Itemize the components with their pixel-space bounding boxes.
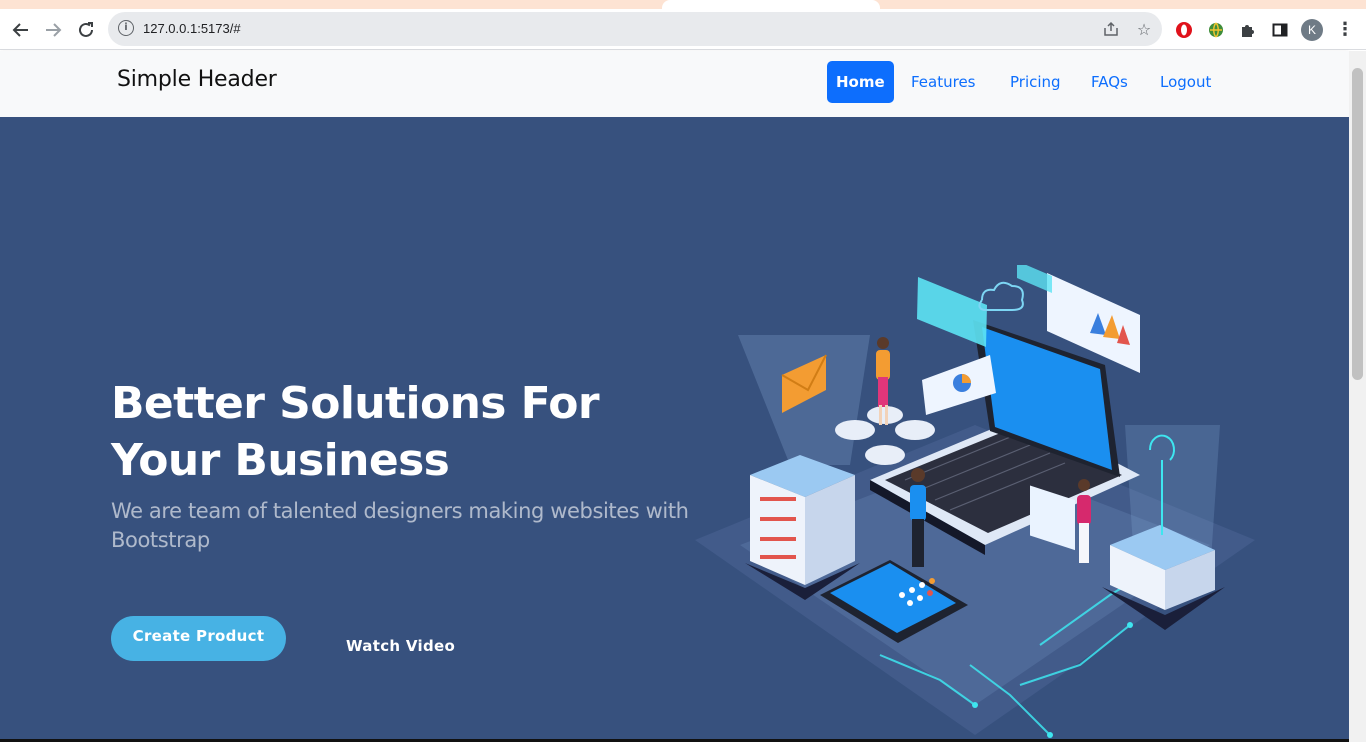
nav-faqs[interactable]: FAQs — [1091, 61, 1128, 103]
star-icon[interactable]: ☆ — [1135, 20, 1153, 39]
nav-features[interactable]: Features — [911, 61, 976, 103]
hero-illustration — [695, 265, 1255, 738]
active-tab[interactable] — [662, 0, 880, 9]
back-icon[interactable] — [8, 17, 34, 43]
sidepanel-icon[interactable] — [1270, 20, 1290, 40]
hero-subtitle: We are team of talented designers making… — [111, 499, 689, 552]
profile-avatar[interactable]: K — [1301, 19, 1323, 41]
nav-pricing[interactable]: Pricing — [1010, 61, 1061, 103]
info-icon[interactable]: i — [118, 20, 134, 36]
browser-tab-strip — [0, 0, 1366, 9]
brand-logo[interactable]: Simple Header — [117, 67, 277, 92]
reload-icon[interactable] — [73, 17, 99, 43]
page-scrollbar[interactable] — [1349, 51, 1366, 742]
create-product-button[interactable]: Create Product — [111, 616, 286, 661]
share-icon[interactable] — [1102, 20, 1120, 38]
globe-extension-icon[interactable] — [1206, 20, 1226, 40]
watch-video-button[interactable]: Watch Video — [346, 637, 455, 655]
opera-extension-icon[interactable] — [1174, 20, 1194, 40]
browser-toolbar: i 127.0.0.1:5173/# ☆ K ⋮ — [0, 9, 1366, 50]
scrollbar-thumb[interactable] — [1352, 68, 1363, 380]
puzzle-icon[interactable] — [1238, 20, 1258, 40]
hero-title: Better Solutions For Your Business — [111, 378, 600, 486]
forward-icon[interactable] — [40, 17, 66, 43]
kebab-menu-icon[interactable]: ⋮ — [1336, 18, 1354, 42]
nav-logout[interactable]: Logout — [1160, 61, 1211, 103]
hero-section: Better Solutions For Your Business We ar… — [0, 117, 1349, 742]
site-header: Simple Header Home Features Pricing FAQs… — [0, 51, 1349, 117]
url-text[interactable]: 127.0.0.1:5173/# — [143, 21, 241, 36]
address-bar[interactable]: i 127.0.0.1:5173/# ☆ — [108, 12, 1162, 46]
nav-home[interactable]: Home — [827, 61, 894, 103]
